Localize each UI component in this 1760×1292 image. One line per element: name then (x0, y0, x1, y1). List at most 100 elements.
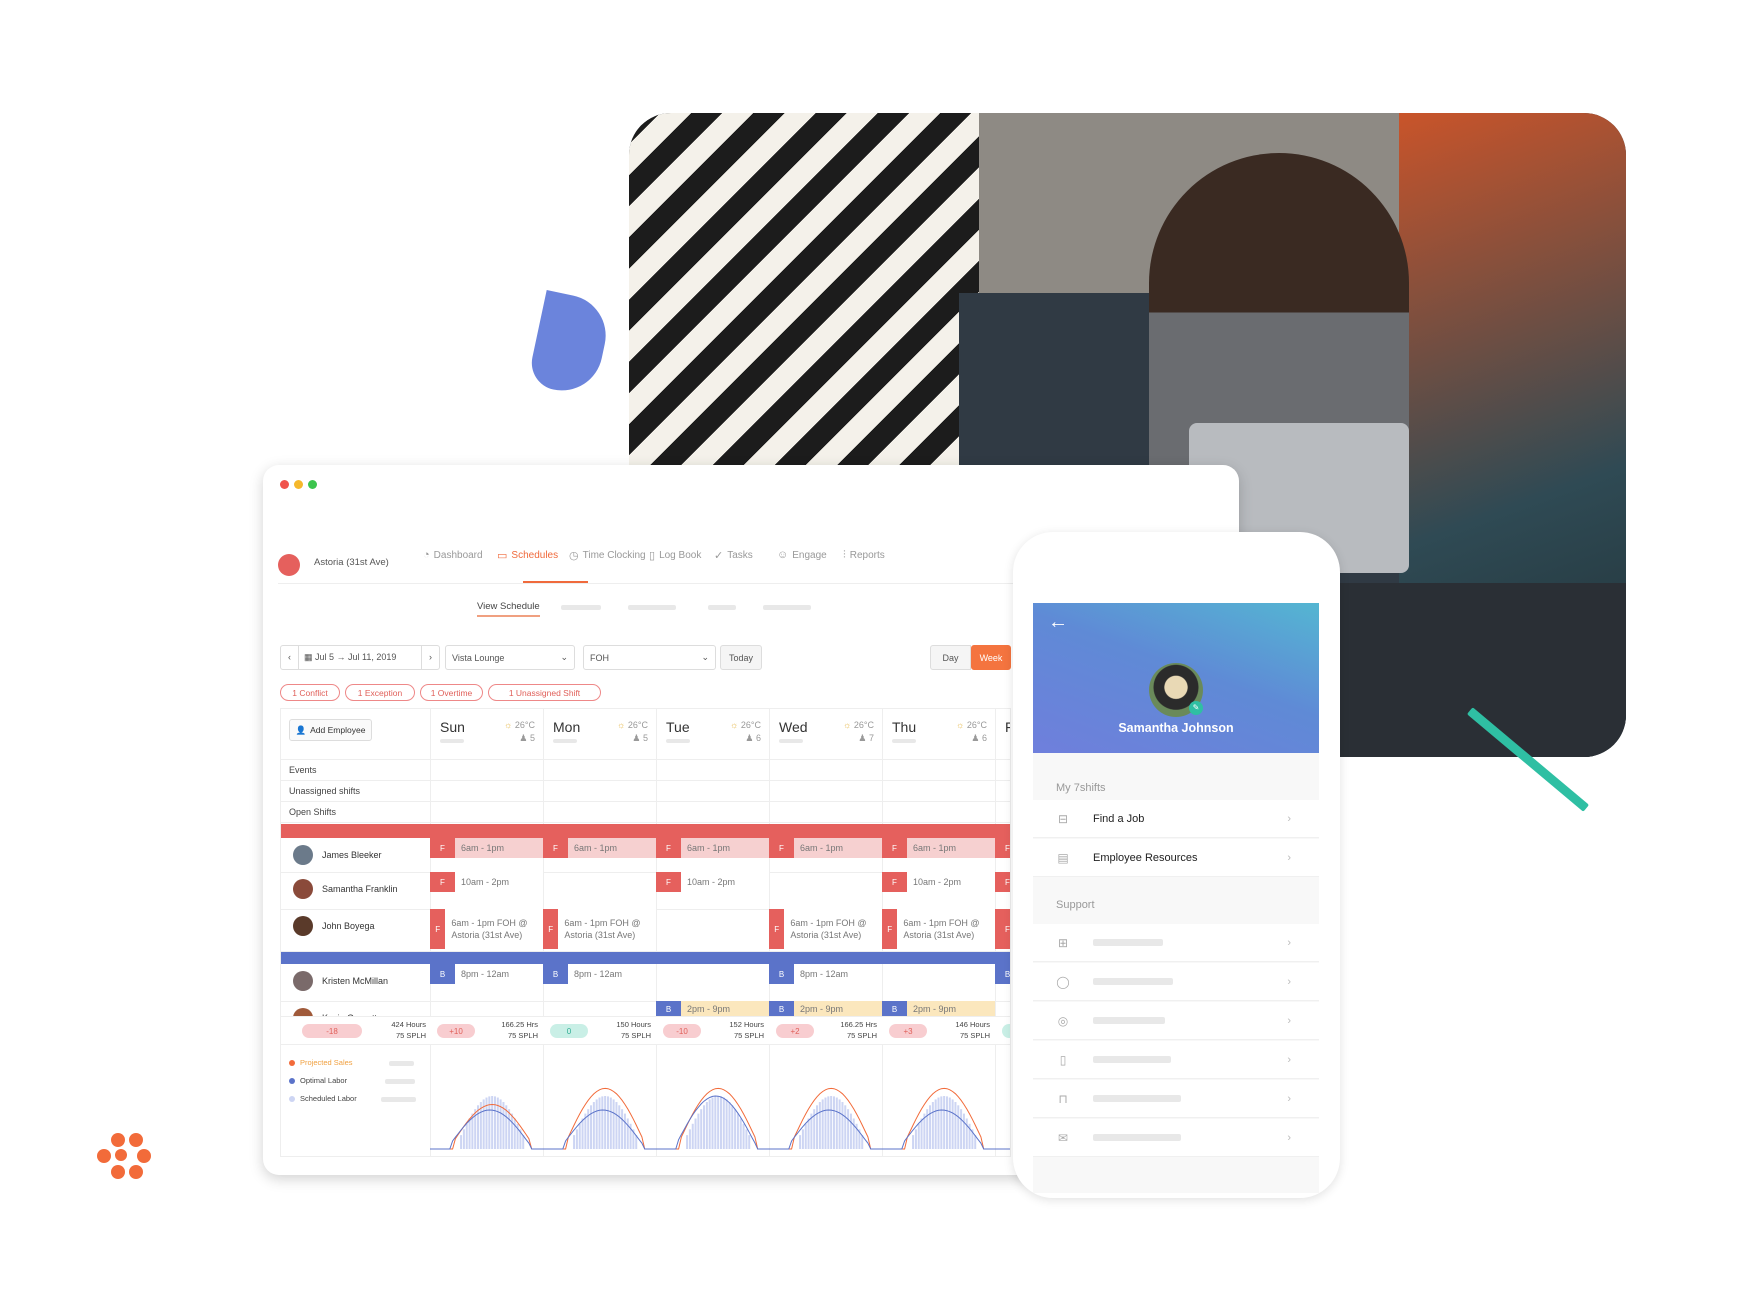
day-header-thu[interactable]: Thu (892, 719, 916, 735)
menu-item[interactable]: ⊟ Find a Job › (1033, 800, 1319, 838)
role-tag: F (430, 909, 446, 949)
nav-time-clocking[interactable]: ◷ Time Clocking (569, 549, 646, 562)
nav-label: Tasks (727, 550, 753, 561)
nav-tasks[interactable]: ✓ Tasks (714, 549, 753, 562)
nav-engage[interactable]: ☺ Engage (777, 549, 827, 561)
date-range-picker[interactable]: ‹ ▦ Jul 5 → Jul 11, 2019 › (280, 645, 440, 670)
splh: 75 SPLH (846, 1031, 877, 1040)
scheduled-labor-bar (731, 1105, 734, 1149)
today-button[interactable]: Today (720, 645, 762, 670)
day-header-mon[interactable]: Mon (553, 719, 580, 735)
shift-block[interactable]: F 6am - 1pm (769, 838, 882, 858)
employee-row[interactable]: Samantha Franklin (293, 879, 398, 899)
overtime-badge[interactable]: 1 Overtime (420, 684, 483, 701)
shift-block[interactable]: B 2pm - 9pm (656, 1001, 769, 1017)
weather-staff: ☼ 26°C ♟ 5 (598, 719, 648, 745)
temperature: 26°C (966, 720, 987, 730)
subnav-view-schedule[interactable]: View Schedule (477, 601, 540, 612)
scheduled-labor-bar (951, 1099, 954, 1149)
close-window-dot[interactable] (280, 480, 289, 489)
maximize-window-dot[interactable] (308, 480, 317, 489)
shift-block[interactable]: F 6am - 1pm FOH @ Astoria (31st Ave) (769, 909, 882, 949)
day-view-button[interactable]: Day (930, 645, 971, 670)
conflict-badge[interactable]: 1 Conflict (280, 684, 340, 701)
shift-block[interactable]: F 6am - 1pm (656, 838, 769, 858)
projected-sales-line (995, 1148, 1010, 1150)
location-logo[interactable] (278, 554, 300, 576)
day-header-tue[interactable]: Tue (666, 719, 690, 735)
shift-block[interactable]: F (995, 872, 1010, 892)
scheduled-labor-bar (852, 1118, 855, 1149)
scheduled-labor-bar (703, 1105, 706, 1149)
day-hours: 166.25 Hrs 75 SPLH (470, 1019, 538, 1041)
shift-block[interactable]: B 2pm - 9pm (769, 1001, 882, 1017)
shift-block[interactable]: F 10am - 2pm (430, 872, 543, 892)
role-tag: B (656, 1001, 681, 1017)
scheduled-labor-bar (931, 1102, 934, 1149)
shift-block[interactable]: B (995, 964, 1010, 984)
briefcase-icon: ⊟ (1057, 811, 1069, 826)
unassigned-shift-badge[interactable]: 1 Unassigned Shift (488, 684, 601, 701)
menu-item[interactable]: ◯ › (1033, 963, 1319, 1001)
day-header-f[interactable]: F (1005, 719, 1010, 735)
prev-week-button[interactable]: ‹ (281, 646, 299, 669)
hours: 150 Hours (616, 1020, 651, 1029)
menu-item[interactable]: ✉ › (1033, 1119, 1319, 1157)
location-select[interactable]: Vista Lounge ⌄ (445, 645, 575, 670)
shift-block[interactable]: F 6am - 1pm FOH @ Astoria (31st Ave) (543, 909, 656, 949)
shift-block[interactable]: F 6am - 1pm (430, 838, 543, 858)
employee-row[interactable]: James Bleeker (293, 845, 382, 865)
scheduled-labor-bar (691, 1123, 694, 1149)
edit-pencil-icon[interactable]: ✎ (1189, 701, 1203, 715)
nav-dashboard[interactable]: ◔ Dashboard (423, 549, 483, 561)
shift-block[interactable]: F (995, 909, 1010, 949)
next-week-button[interactable]: › (421, 646, 439, 669)
lifebuoy-icon: ◎ (1057, 1013, 1069, 1028)
scheduled-labor-bar (954, 1102, 957, 1149)
back-arrow-icon[interactable]: ← (1048, 611, 1068, 634)
person-icon: ♟ (971, 733, 982, 743)
shift-block[interactable]: B 8pm - 12am (543, 964, 656, 984)
shift-block[interactable]: B 8pm - 12am (769, 964, 882, 984)
employee-row[interactable]: Kristen McMillan (293, 971, 388, 991)
menu-item[interactable]: ⊞ › (1033, 924, 1319, 962)
mail-icon: ✉ (1057, 1130, 1069, 1145)
shift-block[interactable]: F 6am - 1pm (882, 838, 995, 858)
nav-log-book[interactable]: ▯ Log Book (649, 549, 701, 562)
week-view-button[interactable]: Week (971, 645, 1011, 670)
shift-time: 8pm - 12am (461, 969, 510, 979)
nav-schedules[interactable]: ▭ Schedules (497, 549, 558, 562)
menu-item[interactable]: ◎ › (1033, 1002, 1319, 1040)
clipboard-icon: ▯ (649, 550, 656, 562)
nav-reports[interactable]: ⫶ Reports (843, 549, 885, 562)
staff-count: 7 (868, 733, 874, 743)
minimize-window-dot[interactable] (294, 480, 303, 489)
shift-block[interactable]: F 10am - 2pm (882, 872, 995, 892)
scheduled-labor-bar (736, 1113, 739, 1149)
department-select[interactable]: FOH ⌄ (583, 645, 716, 670)
menu-item[interactable]: ▤ Employee Resources › (1033, 839, 1319, 877)
shift-block[interactable]: B 8pm - 12am (430, 964, 543, 984)
shift-block[interactable]: F 6am - 1pm FOH @ Astoria (31st Ave) (882, 909, 995, 949)
day-header-wed[interactable]: Wed (779, 719, 808, 735)
shift-block[interactable]: F 10am - 2pm (656, 872, 769, 892)
user-name: Samantha Johnson (1118, 721, 1234, 735)
shift-block[interactable]: F (995, 838, 1010, 858)
scheduled-labor-bar (697, 1113, 700, 1149)
menu-item[interactable]: ⊓ › (1033, 1080, 1319, 1118)
add-employee-button[interactable]: 👤 Add Employee (289, 719, 372, 741)
role-tag: B (769, 964, 794, 984)
employee-row[interactable]: John Boyega (293, 916, 375, 936)
shift-block[interactable]: F 6am - 1pm FOH @ Astoria (31st Ave) (430, 909, 543, 949)
menu-item[interactable]: ▯ › (1033, 1041, 1319, 1079)
shift-time: 6am - 1pm (687, 843, 731, 853)
shift-block[interactable]: B 2pm - 9pm (882, 1001, 995, 1017)
scheduled-labor-bar (686, 1135, 689, 1149)
day-hours: 166.25 Hrs 75 SPLH (809, 1019, 877, 1041)
shift-block[interactable]: F 6am - 1pm (543, 838, 656, 858)
exception-badge[interactable]: 1 Exception (345, 684, 415, 701)
day-header-sun[interactable]: Sun (440, 719, 465, 735)
date-from: Jul 5 (315, 652, 335, 662)
shift-time: 6am - 1pm FOH @ Astoria (31st Ave) (564, 918, 641, 940)
splh: 75 SPLH (620, 1031, 651, 1040)
